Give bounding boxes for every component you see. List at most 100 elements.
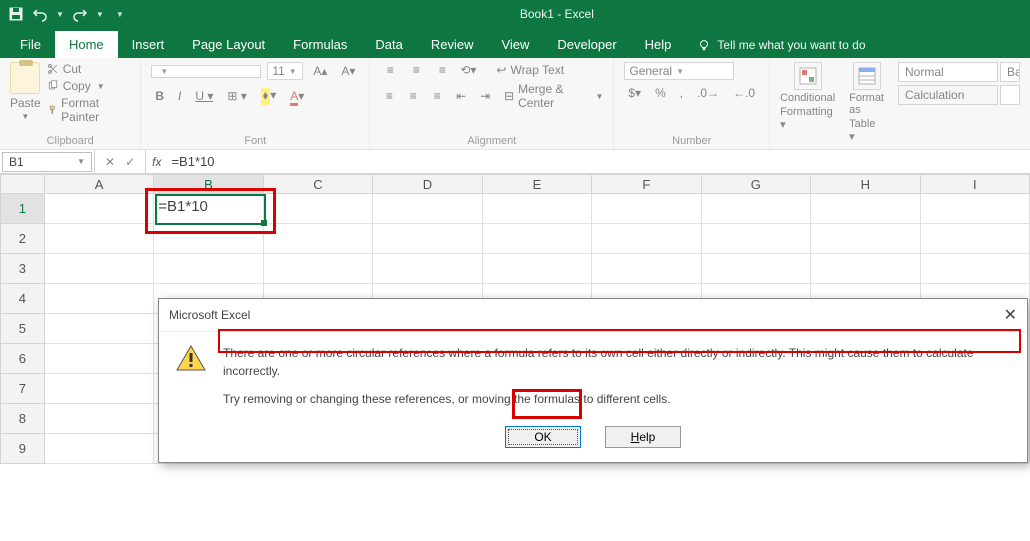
format-painter-button[interactable]: Format Painter (47, 96, 131, 124)
cell[interactable] (811, 254, 920, 284)
cell[interactable] (264, 224, 373, 254)
number-format-combo[interactable]: General▼ (624, 62, 734, 80)
cell-h1[interactable] (811, 194, 920, 224)
cell[interactable] (373, 224, 482, 254)
cell[interactable] (592, 254, 701, 284)
col-header-c[interactable]: C (264, 174, 373, 194)
tab-page-layout[interactable]: Page Layout (178, 31, 279, 58)
row-header-4[interactable]: 4 (0, 284, 45, 314)
name-box[interactable]: B1▼ (2, 152, 92, 172)
percent-button[interactable]: % (651, 84, 670, 102)
indent-inc-icon[interactable]: ⇥ (476, 88, 494, 104)
redo-dropdown-icon[interactable]: ▼ (96, 10, 104, 19)
tab-data[interactable]: Data (361, 31, 416, 58)
indent-dec-icon[interactable]: ⇤ (452, 88, 470, 104)
increase-font-icon[interactable]: A▴ (309, 62, 331, 80)
tab-file[interactable]: File (6, 31, 55, 58)
align-middle-icon[interactable]: ≡ (406, 62, 426, 78)
cell[interactable] (702, 224, 811, 254)
cell[interactable] (483, 224, 592, 254)
cell[interactable] (45, 224, 154, 254)
enter-formula-icon[interactable]: ✓ (125, 155, 135, 169)
col-header-f[interactable]: F (592, 174, 701, 194)
cell-b1[interactable]: =B1*10 (154, 194, 263, 224)
paste-button[interactable]: Paste ▼ (10, 62, 41, 124)
currency-button[interactable]: $▾ (624, 84, 645, 102)
col-header-b[interactable]: B (154, 174, 263, 194)
cancel-formula-icon[interactable]: ✕ (105, 155, 115, 169)
cell-d1[interactable] (373, 194, 482, 224)
formula-input[interactable]: =B1*10 (167, 154, 214, 169)
orientation-icon[interactable]: ⟲▾ (458, 62, 478, 78)
fx-icon[interactable]: fx (146, 155, 167, 169)
font-name-combo[interactable]: ▼ (151, 65, 261, 78)
col-header-a[interactable]: A (45, 174, 154, 194)
fill-color-button[interactable]: ⬧▾ (257, 86, 280, 105)
align-bottom-icon[interactable]: ≡ (432, 62, 452, 78)
redo-icon[interactable] (72, 6, 88, 22)
col-header-d[interactable]: D (373, 174, 482, 194)
italic-button[interactable]: I (174, 87, 185, 105)
cell[interactable] (45, 344, 154, 374)
font-color-button[interactable]: A▾ (286, 87, 308, 105)
undo-icon[interactable] (32, 6, 48, 22)
tab-formulas[interactable]: Formulas (279, 31, 361, 58)
tell-me[interactable]: Tell me what you want to do (685, 32, 877, 58)
dec-decimal-icon[interactable]: ←.0 (729, 84, 759, 102)
cell-style-more[interactable] (1000, 85, 1020, 105)
tab-insert[interactable]: Insert (118, 31, 179, 58)
cell-e1[interactable] (483, 194, 592, 224)
cell[interactable] (483, 254, 592, 284)
row-header-6[interactable]: 6 (0, 344, 45, 374)
cell-style-normal[interactable]: Normal (898, 62, 998, 82)
undo-dropdown-icon[interactable]: ▼ (56, 10, 64, 19)
tab-review[interactable]: Review (417, 31, 488, 58)
tab-developer[interactable]: Developer (543, 31, 630, 58)
comma-button[interactable]: , (676, 84, 687, 102)
col-header-g[interactable]: G (702, 174, 811, 194)
font-size-combo[interactable]: 11▼ (267, 62, 303, 80)
cell[interactable] (45, 434, 154, 464)
inc-decimal-icon[interactable]: .0→ (693, 84, 723, 102)
cell[interactable] (154, 224, 263, 254)
cell-f1[interactable] (592, 194, 701, 224)
save-icon[interactable] (8, 6, 24, 22)
row-header-5[interactable]: 5 (0, 314, 45, 344)
merge-center-button[interactable]: ⊟Merge & Center▼ (504, 82, 603, 110)
bold-button[interactable]: B (151, 87, 168, 105)
cell[interactable] (45, 374, 154, 404)
cell-g1[interactable] (702, 194, 811, 224)
conditional-formatting-button[interactable]: Conditional Formatting ▾ (780, 62, 835, 143)
ok-button[interactable]: OK (505, 426, 581, 448)
wrap-text-button[interactable]: ↩Wrap Text (496, 63, 564, 77)
tab-view[interactable]: View (487, 31, 543, 58)
cell-i1[interactable] (921, 194, 1030, 224)
row-header-9[interactable]: 9 (0, 434, 45, 464)
align-center-icon[interactable]: ≡ (404, 88, 422, 104)
row-header-3[interactable]: 3 (0, 254, 45, 284)
underline-button[interactable]: U ▾ (191, 87, 217, 105)
border-button[interactable]: ⊞ ▾ (223, 87, 250, 105)
copy-button[interactable]: Copy▼ (47, 79, 131, 93)
cell-style-calculation[interactable]: Calculation (898, 85, 998, 105)
format-as-table-button[interactable]: Format as Table ▾ (849, 62, 884, 143)
close-icon[interactable]: ✕ (1004, 305, 1017, 325)
row-header-1[interactable]: 1 (0, 194, 45, 224)
tab-home[interactable]: Home (55, 31, 118, 58)
row-header-2[interactable]: 2 (0, 224, 45, 254)
cell[interactable] (592, 224, 701, 254)
align-right-icon[interactable]: ≡ (428, 88, 446, 104)
align-left-icon[interactable]: ≡ (380, 88, 398, 104)
cell[interactable] (921, 224, 1030, 254)
paste-dropdown-icon[interactable]: ▼ (21, 112, 29, 121)
col-header-i[interactable]: I (921, 174, 1030, 194)
cell[interactable] (811, 224, 920, 254)
cell[interactable] (154, 254, 263, 284)
row-header-8[interactable]: 8 (0, 404, 45, 434)
cell[interactable] (921, 254, 1030, 284)
cell[interactable] (373, 254, 482, 284)
cell-style-bad[interactable]: Ba (1000, 62, 1020, 82)
select-all-corner[interactable] (0, 174, 45, 194)
cell[interactable] (45, 404, 154, 434)
col-header-h[interactable]: H (811, 174, 920, 194)
